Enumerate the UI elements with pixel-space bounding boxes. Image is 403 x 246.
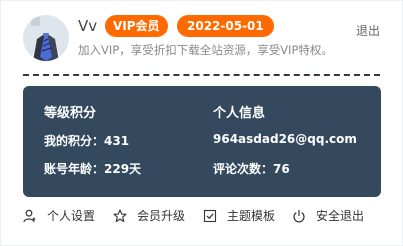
nav-item-theme[interactable]: 主题模板: [203, 207, 275, 225]
star-icon: [113, 209, 127, 223]
account-age-value: 账号年龄：229天: [44, 162, 142, 176]
vip-badge: VIP会员: [105, 15, 168, 37]
nav-item-upgrade[interactable]: 会员升级: [113, 207, 185, 225]
level-title: 等级积分: [44, 106, 97, 121]
vip-expiry-badge: 2022-05-01: [177, 15, 274, 37]
info-title: 个人信息: [213, 106, 266, 121]
nav-item-settings[interactable]: 个人设置: [23, 207, 95, 225]
nav-label: 个人设置: [47, 209, 96, 223]
power-icon: [292, 209, 306, 223]
user-card: Vv VIP会员 2022-05-01 退出 加入VIP，享受折扣下载全站资源，…: [0, 0, 403, 246]
stats-panel: 等级积分 我的积分：431 账号年龄：229天 个人信息 964asdad26@…: [23, 86, 381, 197]
logout-link[interactable]: 退出: [356, 22, 380, 39]
avatar[interactable]: [23, 15, 69, 61]
email-value: 964asdad26@qq.com: [213, 132, 357, 146]
avatar-image: [23, 15, 69, 61]
vip-tagline: 加入VIP，享受折扣下载全站资源，享受VIP特权。: [78, 43, 333, 57]
username: Vv: [78, 17, 98, 35]
checkbox-icon: [203, 209, 217, 223]
nav-label: 主题模板: [227, 209, 276, 223]
nav-item-logout[interactable]: 安全退出: [292, 207, 364, 225]
comments-value: 评论次数：76: [213, 162, 290, 176]
dashed-divider: [23, 74, 380, 76]
user-icon: [23, 209, 37, 223]
nav-label: 会员升级: [137, 209, 186, 223]
nav-label: 安全退出: [316, 209, 365, 223]
points-value: 我的积分：431: [44, 134, 130, 148]
